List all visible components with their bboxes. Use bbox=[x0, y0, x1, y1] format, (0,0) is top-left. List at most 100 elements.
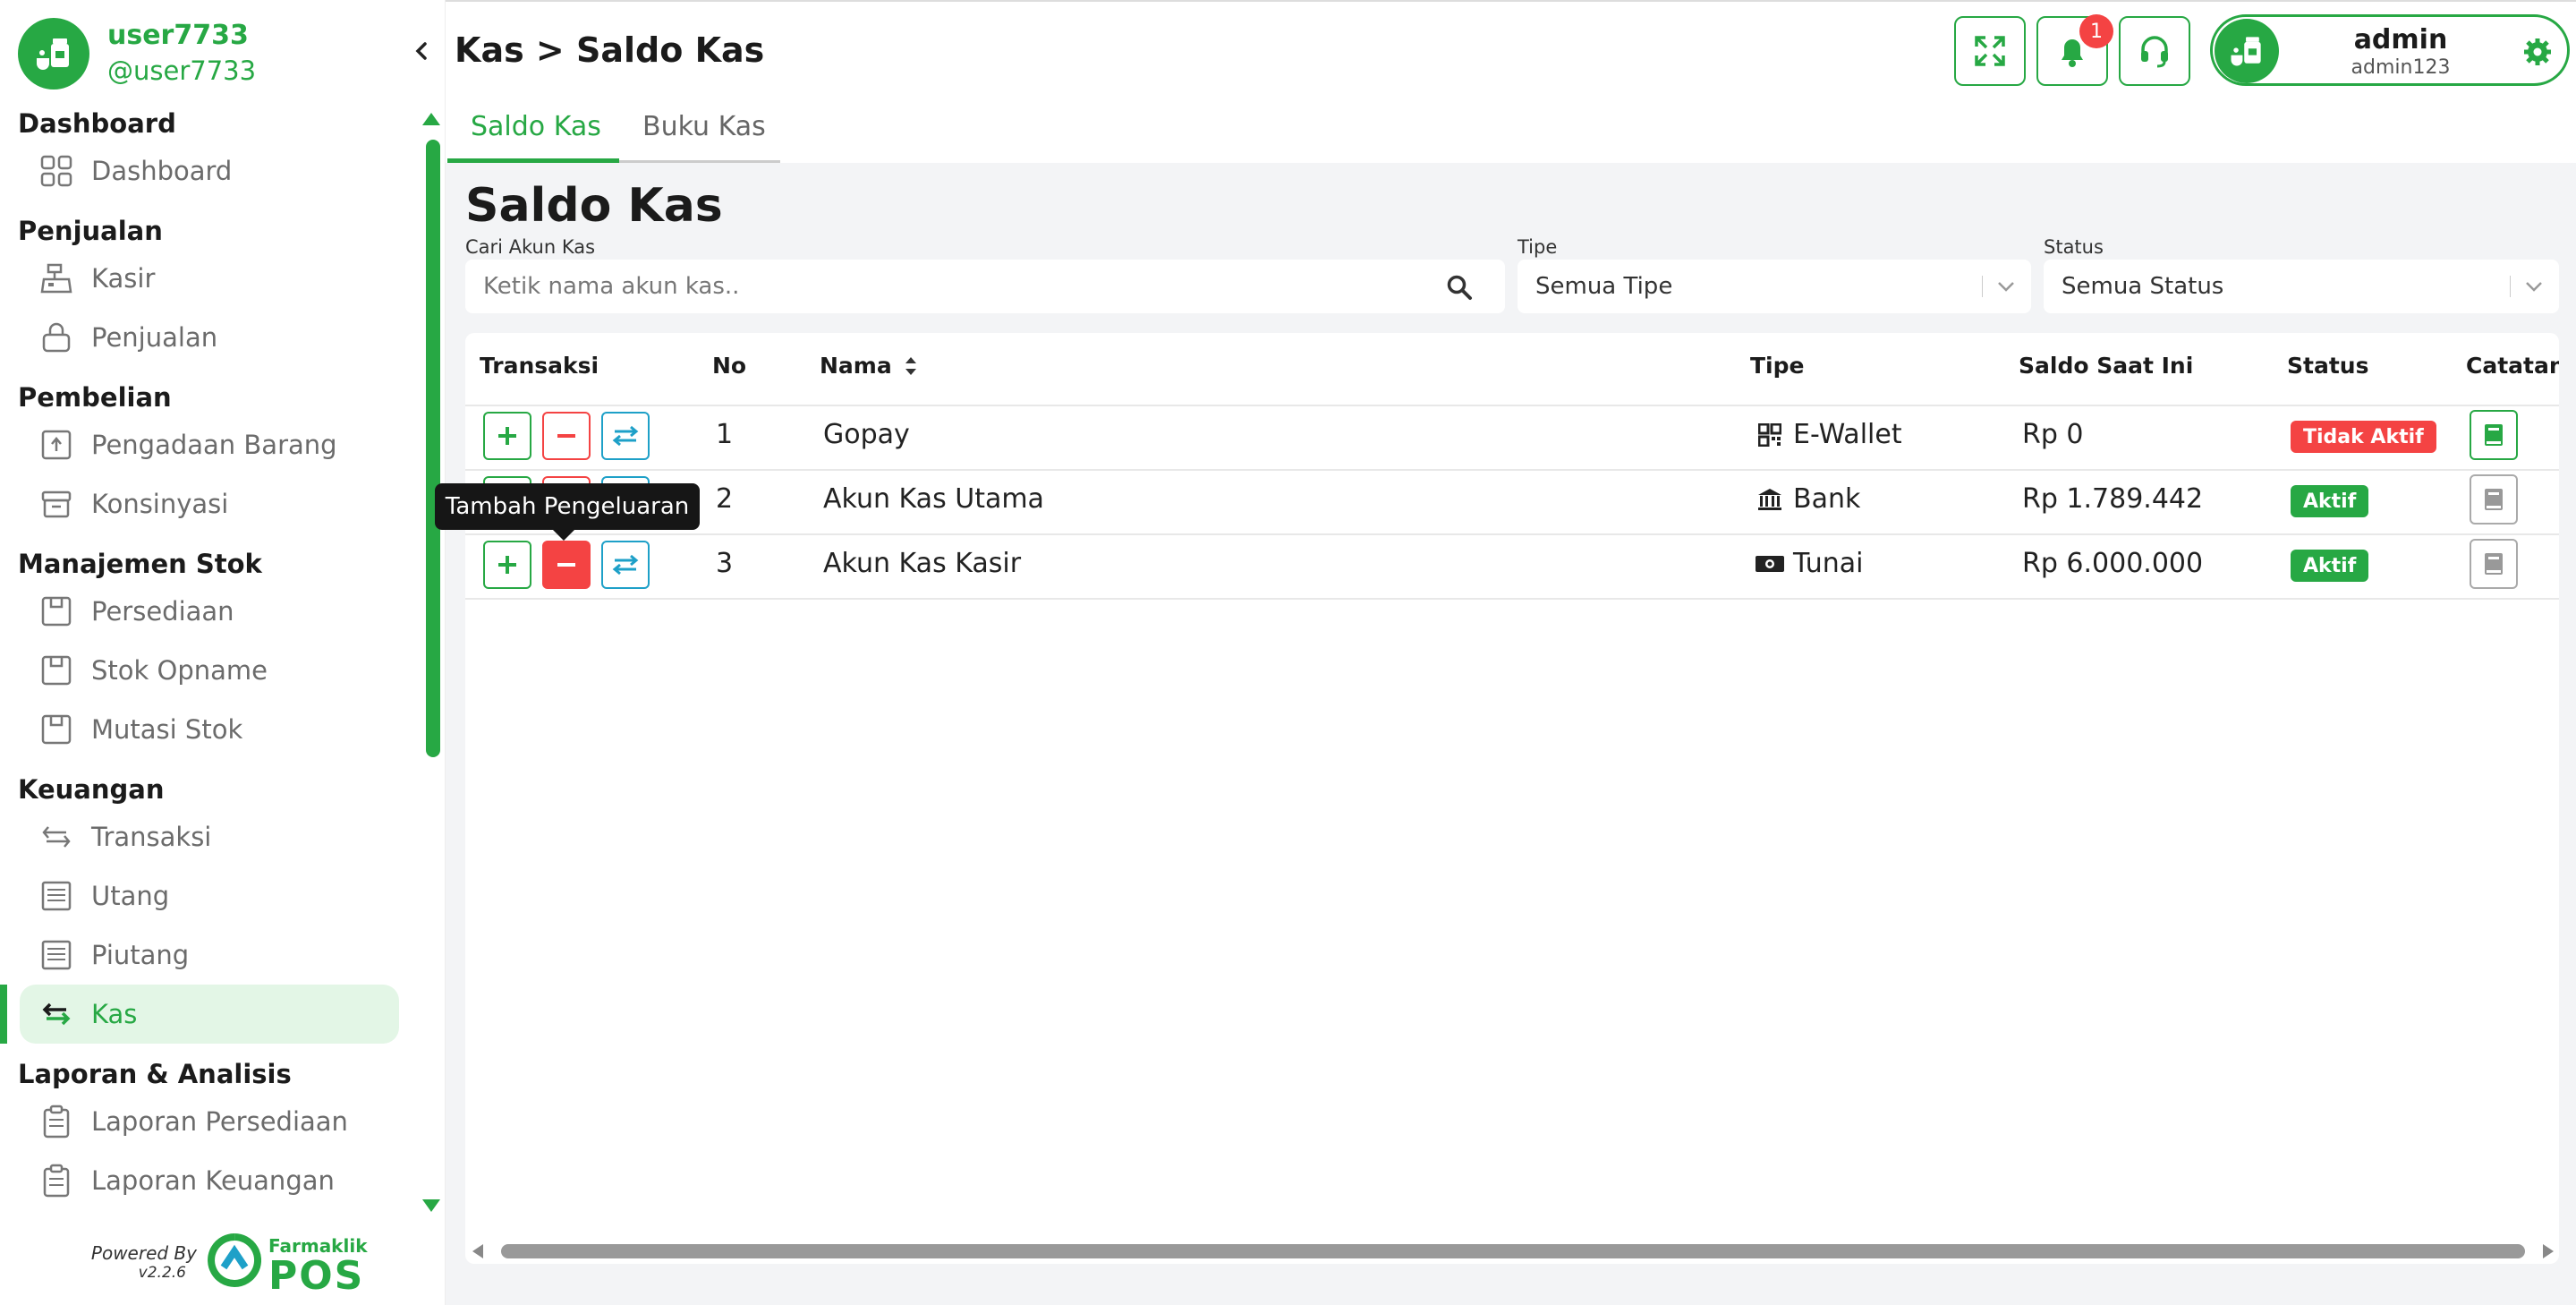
search-icon[interactable] bbox=[1446, 274, 1473, 301]
notification-button[interactable]: 1 bbox=[2036, 14, 2113, 86]
cell-tipe-label: Bank bbox=[1793, 483, 1861, 515]
swap-icon bbox=[38, 995, 75, 1033]
notes-button[interactable] bbox=[2470, 539, 2518, 589]
cell-no: 1 bbox=[716, 419, 734, 450]
sort-icon[interactable] bbox=[903, 354, 919, 378]
profile-menu[interactable]: admin admin123 bbox=[2210, 14, 2570, 86]
cash-icon bbox=[1754, 550, 1786, 578]
cell-saldo: Rp 0 bbox=[2022, 419, 2084, 450]
archive-icon bbox=[38, 485, 75, 523]
notification-badge: 1 bbox=[2079, 14, 2113, 48]
cash-register-icon bbox=[38, 260, 75, 297]
sidebar-item-mutasi-stok[interactable]: Mutasi Stok bbox=[0, 700, 412, 759]
logo-big-text: POS bbox=[268, 1253, 365, 1299]
user-name: user7733 bbox=[107, 20, 249, 51]
nav-section-manajemen-stok: Manajemen Stok bbox=[18, 549, 262, 579]
add-expense-button[interactable] bbox=[542, 412, 591, 460]
cell-nama: Akun Kas Utama bbox=[823, 483, 1044, 515]
sidebar-item-label: Dashboard bbox=[91, 156, 233, 186]
grid-icon bbox=[38, 152, 75, 190]
nav-section-pembelian: Pembelian bbox=[18, 382, 172, 413]
tab-buku-kas[interactable]: Buku Kas bbox=[619, 111, 780, 163]
box-icon bbox=[38, 652, 75, 689]
table-horizontal-scrollbar-thumb[interactable] bbox=[501, 1244, 2525, 1258]
column-header-catatan: Catatan bbox=[2466, 353, 2559, 379]
minus-icon bbox=[557, 563, 575, 567]
column-header-nama[interactable]: Nama bbox=[820, 353, 919, 379]
transfer-button[interactable] bbox=[601, 541, 650, 589]
sidebar-item-kasir[interactable]: Kasir bbox=[0, 249, 412, 308]
sidebar-item-label: Mutasi Stok bbox=[91, 714, 243, 745]
sidebar-item-dashboard[interactable]: Dashboard bbox=[0, 141, 412, 200]
swap-icon bbox=[38, 818, 75, 856]
status-label: Status bbox=[2044, 236, 2104, 258]
tab-saldo-kas[interactable]: Saldo Kas bbox=[447, 111, 619, 163]
tipe-label: Tipe bbox=[1518, 236, 1558, 258]
bank-icon bbox=[1754, 485, 1786, 514]
sidebar-item-persediaan[interactable]: Persediaan bbox=[0, 582, 412, 641]
sidebar-item-konsinyasi[interactable]: Konsinyasi bbox=[0, 474, 412, 533]
cell-saldo: Rp 1.789.442 bbox=[2022, 483, 2204, 515]
chevron-down-icon bbox=[2510, 276, 2545, 297]
nav-section-penjualan: Penjualan bbox=[18, 216, 163, 246]
cell-saldo: Rp 6.000.000 bbox=[2022, 548, 2204, 579]
user-handle: @user7733 bbox=[107, 55, 257, 86]
tab-bar: Saldo Kas Buku Kas bbox=[446, 98, 2576, 163]
sidebar-item-piutang[interactable]: Piutang bbox=[0, 925, 412, 985]
profile-username: admin123 bbox=[2351, 56, 2451, 79]
status-select[interactable]: Semua Status bbox=[2044, 260, 2559, 313]
scroll-down-arrow-icon[interactable] bbox=[422, 1199, 440, 1212]
collapse-sidebar-chevron-left-icon[interactable] bbox=[408, 38, 435, 64]
page-title: Saldo Kas bbox=[465, 179, 723, 233]
sidebar-item-penjualan[interactable]: Penjualan bbox=[0, 308, 412, 367]
add-income-button[interactable] bbox=[483, 541, 531, 589]
cell-tipe-label: E-Wallet bbox=[1793, 419, 1902, 450]
column-header-no: No bbox=[712, 353, 747, 379]
user-header: user7733 @user7733 bbox=[18, 18, 412, 93]
box-icon bbox=[38, 593, 75, 630]
expand-icon bbox=[1975, 36, 2005, 66]
add-expense-button[interactable] bbox=[542, 541, 591, 589]
sidebar-nav: Dashboard Dashboard Penjualan Kasir Penj… bbox=[0, 106, 412, 1210]
add-income-button[interactable] bbox=[483, 412, 531, 460]
sidebar-item-laporan-keuangan[interactable]: Laporan Keuangan bbox=[0, 1151, 412, 1210]
status-badge: Aktif bbox=[2291, 550, 2369, 582]
scroll-up-arrow-icon[interactable] bbox=[422, 113, 440, 125]
sidebar-item-stok-opname[interactable]: Stok Opname bbox=[0, 641, 412, 700]
nav-section-keuangan: Keuangan bbox=[18, 774, 165, 805]
sidebar-item-label: Kasir bbox=[91, 263, 156, 294]
cash-account-table: Transaksi No Nama Tipe Saldo Saat Ini St… bbox=[465, 333, 2559, 1264]
search-placeholder: Ketik nama akun kas.. bbox=[483, 273, 740, 300]
column-header-transaksi: Transaksi bbox=[480, 353, 599, 379]
transfer-button[interactable] bbox=[601, 412, 650, 460]
support-button[interactable] bbox=[2119, 16, 2190, 86]
sidebar-item-kas[interactable]: Kas bbox=[0, 985, 399, 1044]
fullscreen-button[interactable] bbox=[1954, 16, 2026, 86]
notes-button[interactable] bbox=[2470, 474, 2518, 525]
scroll-right-arrow-icon[interactable] bbox=[2543, 1244, 2554, 1258]
sidebar-item-utang[interactable]: Utang bbox=[0, 866, 412, 925]
row-divider bbox=[465, 469, 2559, 471]
tipe-select-value: Semua Tipe bbox=[1535, 273, 1673, 300]
pharmacy-avatar-icon bbox=[2215, 19, 2279, 83]
pharmacy-avatar-icon bbox=[18, 18, 89, 90]
sidebar-item-laporan-persediaan[interactable]: Laporan Persediaan bbox=[0, 1092, 412, 1151]
sidebar-scrollbar-thumb[interactable] bbox=[426, 140, 440, 757]
cell-no: 3 bbox=[716, 548, 734, 579]
status-badge: Aktif bbox=[2291, 485, 2369, 517]
powered-by-text: Powered By bbox=[90, 1242, 197, 1264]
sidebar-item-pengadaan-barang[interactable]: Pengadaan Barang bbox=[0, 415, 412, 474]
profile-name: admin bbox=[2353, 24, 2448, 55]
clipboard-icon bbox=[38, 1162, 75, 1199]
upload-box-icon bbox=[38, 426, 75, 464]
search-input[interactable]: Ketik nama akun kas.. bbox=[465, 260, 1505, 313]
sidebar-item-transaksi[interactable]: Transaksi bbox=[0, 807, 412, 866]
breadcrumb: Kas > Saldo Kas bbox=[455, 30, 765, 70]
cell-tipe: E-Wallet bbox=[1754, 419, 1902, 450]
notes-button[interactable] bbox=[2470, 410, 2518, 460]
nav-section-laporan-analisis: Laporan & Analisis bbox=[18, 1059, 292, 1089]
gear-icon[interactable] bbox=[2522, 37, 2553, 67]
scroll-left-arrow-icon[interactable] bbox=[472, 1244, 483, 1258]
transfer-arrows-icon bbox=[612, 425, 639, 447]
tipe-select[interactable]: Semua Tipe bbox=[1518, 260, 2031, 313]
